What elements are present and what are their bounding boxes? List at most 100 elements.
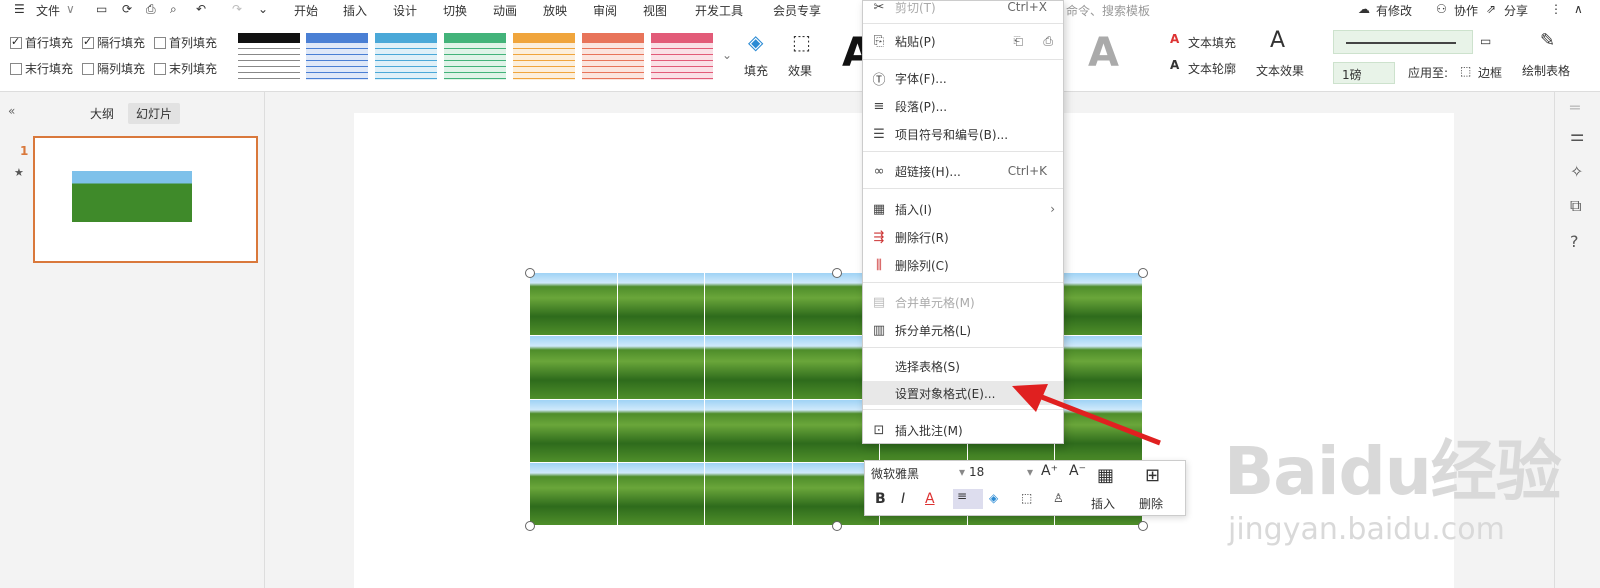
text-fill-button[interactable]: 文本填充 bbox=[1188, 34, 1236, 51]
line-style-select[interactable] bbox=[1333, 30, 1473, 54]
font-family-select[interactable]: 微软雅黑 ▾ bbox=[871, 465, 967, 483]
file-menu[interactable]: 文件 bbox=[36, 2, 60, 19]
share-button[interactable]: 分享 bbox=[1504, 2, 1528, 19]
table-cell[interactable] bbox=[617, 399, 705, 462]
border-icon[interactable]: ⬚ bbox=[1021, 491, 1032, 505]
check-first-row[interactable]: 首行填充 bbox=[10, 34, 73, 51]
format-painter-icon[interactable]: ♙ bbox=[1053, 491, 1064, 505]
table-cell[interactable] bbox=[705, 462, 792, 525]
hamburger-icon[interactable]: ☰ bbox=[14, 2, 25, 16]
menu-item-paste[interactable]: ⎘ 粘贴(P) ⎗ ⎙ bbox=[863, 29, 1063, 53]
tab-view[interactable]: 视图 bbox=[643, 2, 667, 19]
table-cell[interactable] bbox=[617, 462, 705, 525]
resize-handle[interactable] bbox=[525, 268, 535, 278]
print-preview-icon[interactable]: ⌕ bbox=[170, 2, 177, 17]
draw-table-button[interactable]: 绘制表格 bbox=[1522, 62, 1570, 79]
tab-review[interactable]: 审阅 bbox=[593, 2, 617, 19]
menu-item-paragraph[interactable]: ≡ 段落(P)... bbox=[863, 94, 1063, 118]
save-icon[interactable]: ▭ bbox=[96, 2, 107, 16]
text-style-a-gray[interactable]: A bbox=[1088, 30, 1119, 76]
collapse-ribbon-icon[interactable]: ∧ bbox=[1574, 2, 1583, 16]
fill-bucket-icon[interactable]: ◈ bbox=[989, 491, 998, 505]
table-style-thumb[interactable] bbox=[513, 33, 575, 80]
fill-button[interactable]: 填充 bbox=[744, 62, 768, 79]
table-cell[interactable] bbox=[617, 273, 705, 336]
menu-item-select-table[interactable]: 选择表格(S) bbox=[863, 354, 1063, 378]
menu-item-delete-column[interactable]: ⫼ 删除列(C) bbox=[863, 253, 1063, 277]
pen-color-icon[interactable]: ▭ bbox=[1480, 34, 1491, 48]
redo-icon[interactable]: ↷ bbox=[232, 2, 242, 16]
resize-handle[interactable] bbox=[525, 521, 535, 531]
settings-sliders-icon[interactable]: ⚌ bbox=[1570, 126, 1584, 145]
check-first-column[interactable]: 首列填充 bbox=[154, 34, 217, 51]
table-style-thumb[interactable] bbox=[582, 33, 644, 80]
menu-item-merge-cells[interactable]: ▤ 合并单元格(M) bbox=[863, 290, 1063, 314]
check-last-column[interactable]: 末列填充 bbox=[154, 60, 217, 77]
table-cell[interactable] bbox=[530, 273, 617, 336]
undo-icon[interactable]: ↶ bbox=[196, 2, 206, 16]
tab-transition[interactable]: 切换 bbox=[443, 2, 467, 19]
menu-item-cut[interactable]: ✂ 剪切(T) Ctrl+X bbox=[863, 0, 1063, 19]
styles-more-icon[interactable]: ⌄ bbox=[722, 48, 732, 62]
italic-icon[interactable]: I bbox=[901, 491, 905, 507]
check-banded-columns[interactable]: 隔列填充 bbox=[82, 60, 145, 77]
table-cell[interactable] bbox=[530, 399, 617, 462]
tab-outline[interactable]: 大纲 bbox=[82, 103, 122, 124]
resize-handle[interactable] bbox=[832, 521, 842, 531]
table-cell[interactable] bbox=[530, 336, 617, 399]
table-cell[interactable] bbox=[1055, 273, 1142, 336]
tab-insert[interactable]: 插入 bbox=[343, 2, 367, 19]
align-icon[interactable]: ≡ bbox=[953, 489, 983, 509]
table-style-thumb[interactable] bbox=[375, 33, 437, 80]
decrease-font-icon[interactable]: A⁻ bbox=[1069, 463, 1086, 479]
collapse-panel-icon[interactable]: « bbox=[8, 104, 15, 118]
tab-animation[interactable]: 动画 bbox=[493, 2, 517, 19]
unsaved-status[interactable]: 有修改 bbox=[1376, 2, 1412, 19]
bold-icon[interactable]: B bbox=[875, 491, 886, 507]
menu-item-bullets[interactable]: ☰ 项目符号和编号(B)... bbox=[863, 122, 1063, 146]
menu-item-insert[interactable]: ▦ 插入(I) › bbox=[863, 197, 1063, 221]
font-color-icon[interactable]: A bbox=[925, 491, 935, 507]
search-hint[interactable]: 命令、搜索模板 bbox=[1066, 2, 1150, 19]
resize-handle[interactable] bbox=[832, 268, 842, 278]
table-style-thumb[interactable] bbox=[651, 33, 713, 80]
print-icon[interactable]: ⎙ bbox=[146, 2, 156, 17]
help-icon[interactable]: ? bbox=[1570, 232, 1579, 251]
table-cell[interactable] bbox=[617, 336, 705, 399]
table-cell[interactable] bbox=[705, 399, 792, 462]
check-last-row[interactable]: 末行填充 bbox=[10, 60, 73, 77]
table-cell[interactable] bbox=[530, 462, 617, 525]
check-banded-rows[interactable]: 隔行填充 bbox=[82, 34, 145, 51]
paste-text-only-icon[interactable]: ⎙ bbox=[1043, 34, 1053, 49]
pin-icon[interactable]: ✧ bbox=[1570, 162, 1583, 181]
border-button[interactable]: 边框 bbox=[1478, 64, 1502, 81]
tab-design[interactable]: 设计 bbox=[393, 2, 417, 19]
format-painter-icon[interactable]: ⟳ bbox=[122, 2, 132, 16]
tab-developer[interactable]: 开发工具 bbox=[695, 2, 743, 19]
tab-member[interactable]: 会员专享 bbox=[773, 2, 821, 19]
text-effect-button[interactable]: 文本效果 bbox=[1256, 62, 1304, 79]
table-style-thumb[interactable] bbox=[444, 33, 506, 80]
menu-item-split-cells[interactable]: ▥ 拆分单元格(L) bbox=[863, 318, 1063, 342]
menu-item-delete-row[interactable]: ⇶ 删除行(R) bbox=[863, 225, 1063, 249]
tab-slides[interactable]: 幻灯片 bbox=[128, 103, 181, 124]
increase-font-icon[interactable]: A⁺ bbox=[1041, 463, 1058, 479]
table-cell[interactable] bbox=[705, 336, 792, 399]
more-icon[interactable]: ⋮ bbox=[1550, 2, 1562, 16]
effect-button[interactable]: 效果 bbox=[788, 62, 812, 79]
table-style-thumb[interactable] bbox=[238, 33, 300, 80]
insert-button[interactable]: 插入 bbox=[1091, 495, 1115, 512]
resize-handle[interactable] bbox=[1138, 521, 1148, 531]
text-outline-button[interactable]: 文本轮廓 bbox=[1188, 60, 1236, 77]
paste-keep-format-icon[interactable]: ⎗ bbox=[1013, 34, 1023, 49]
collab-button[interactable]: 协作 bbox=[1454, 2, 1478, 19]
layers-icon[interactable]: ⧉ bbox=[1570, 196, 1581, 216]
font-size-select[interactable]: 18 ▾ bbox=[969, 465, 1035, 483]
menu-item-font[interactable]: Ⓣ 字体(F)... bbox=[863, 66, 1063, 90]
delete-button[interactable]: 删除 bbox=[1139, 495, 1163, 512]
table-cell[interactable] bbox=[705, 273, 792, 336]
resize-handle[interactable] bbox=[1138, 268, 1148, 278]
menu-item-hyperlink[interactable]: ∞ 超链接(H)... Ctrl+K bbox=[863, 159, 1063, 183]
line-weight-select[interactable]: 1磅 bbox=[1333, 62, 1395, 84]
table-style-thumb[interactable] bbox=[306, 33, 368, 80]
